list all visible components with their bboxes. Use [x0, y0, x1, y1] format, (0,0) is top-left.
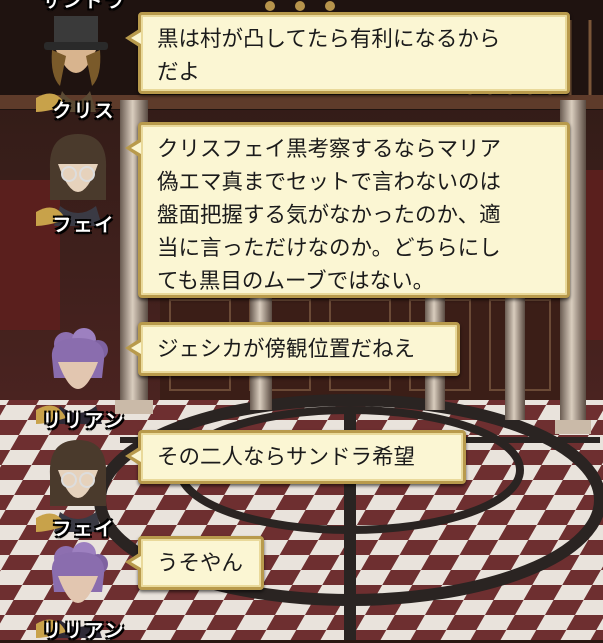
- speech-bubble: その二人ならサンドラ希望: [125, 430, 466, 484]
- message-text: その二人ならサンドラ希望: [157, 445, 416, 470]
- speech-bubble: クリスフェイ黒考察するならマリア 偽エマ真までセットで言わないのは 盤面把握する…: [125, 122, 570, 298]
- speaker-name: フェイ: [52, 518, 116, 540]
- speaker-name: フェイ: [52, 214, 116, 236]
- speech-bubble: うそやん: [125, 536, 264, 590]
- message-text: ジェシカが傍観位置だねえ: [157, 337, 416, 362]
- message-text: 黒は村が凸してたら有利になるから だよ: [157, 27, 501, 85]
- speaker-name: リリアン: [42, 620, 126, 642]
- speaker-name: リリアン: [42, 410, 126, 432]
- message-text: うそやん: [157, 551, 244, 576]
- speaker-name-top-cut: サンドラ: [41, 0, 126, 12]
- speaker-name: クリス: [52, 100, 116, 122]
- speech-bubble: 黒は村が凸してたら有利になるから だよ: [125, 12, 570, 94]
- message-text: クリスフェイ黒考察するならマリア 偽エマ真までセットで言わないのは 盤面把握する…: [157, 137, 502, 294]
- speech-bubble: ジェシカが傍観位置だねえ: [125, 322, 460, 376]
